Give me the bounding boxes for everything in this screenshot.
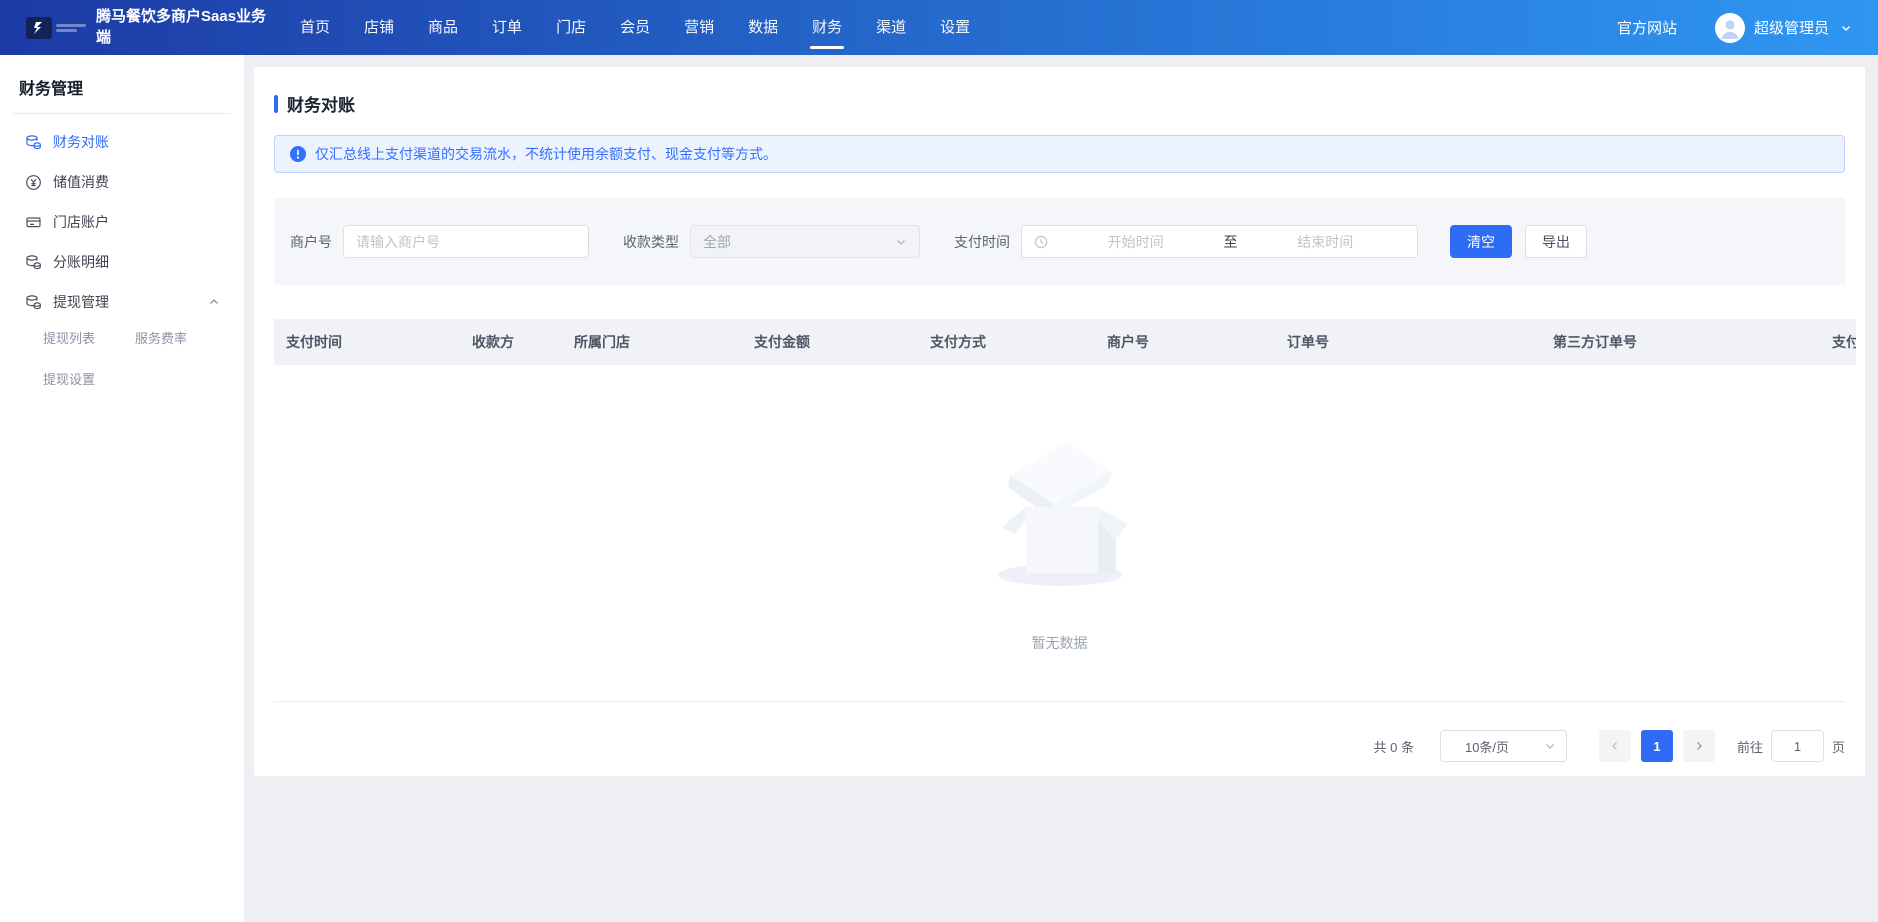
navbar-right: 官方网站 超级管理员: [1617, 13, 1852, 43]
alert-text: 仅汇总线上支付渠道的交易流水，不统计使用余额支付、现金支付等方式。: [315, 144, 777, 164]
next-page-button[interactable]: [1683, 730, 1715, 762]
main-content-card: 财务对账 仅汇总线上支付渠道的交易流水，不统计使用余额支付、现金支付等方式。 商…: [254, 67, 1865, 776]
sidebar-item-withdraw-manage[interactable]: 提现管理: [0, 282, 244, 322]
official-site-link[interactable]: 官方网站: [1617, 17, 1677, 38]
sidebar: 财务管理 财务对账 储值消费: [0, 55, 244, 922]
payment-type-value: 全部: [703, 232, 895, 252]
pay-time-range-picker[interactable]: 开始时间 至 结束时间: [1021, 225, 1418, 258]
yen-circle-icon: [25, 174, 42, 191]
chevron-down-icon: [1840, 22, 1852, 34]
col-third-party-order-no: 第三方订单号: [1541, 319, 1820, 365]
end-time-placeholder[interactable]: 结束时间: [1246, 232, 1406, 252]
user-name: 超级管理员: [1754, 17, 1829, 38]
title-accent-bar: [274, 95, 278, 113]
total-count: 共 0 条: [1374, 737, 1414, 756]
col-payee: 收款方: [460, 319, 562, 365]
nav-item-orders[interactable]: 订单: [492, 0, 522, 55]
sidebar-item-label: 分账明细: [53, 252, 109, 272]
payment-type-label: 收款类型: [623, 232, 679, 252]
goto-page-input[interactable]: [1771, 730, 1824, 762]
col-merchant-id: 商户号: [1095, 319, 1275, 365]
nav-item-marketing[interactable]: 营销: [684, 0, 714, 55]
page-title: 财务对账: [287, 91, 355, 116]
table-bottom-divider: [274, 701, 1845, 702]
nav-item-channel[interactable]: 渠道: [876, 0, 906, 55]
col-truncated: 支付: [1820, 319, 1856, 365]
brand-title: 腾马餐饮多商户Saas业务端: [96, 7, 274, 48]
nav-item-members[interactable]: 会员: [620, 0, 650, 55]
clock-icon: [1034, 235, 1048, 249]
nav-item-shop[interactable]: 店铺: [364, 0, 394, 55]
col-pay-time: 支付时间: [274, 319, 460, 365]
start-time-placeholder[interactable]: 开始时间: [1056, 232, 1216, 252]
brand-logo-subtext: [56, 22, 86, 34]
export-button[interactable]: 导出: [1525, 225, 1587, 258]
coins-icon: [25, 134, 42, 151]
page-number-button[interactable]: 1: [1641, 730, 1673, 762]
withdraw-submenu: 提现列表 服务费率 提现设置: [0, 322, 244, 388]
chevron-down-icon: [1544, 740, 1556, 752]
sidebar-item-stored-value[interactable]: 储值消费: [0, 162, 244, 202]
reconciliation-table: 支付时间 收款方 所属门店 支付金额 支付方式 商户号 订单号 第三方订单号 支…: [274, 319, 1856, 365]
range-separator: 至: [1224, 232, 1238, 252]
sidebar-item-label: 财务对账: [53, 132, 109, 152]
sidebar-item-label: 储值消费: [53, 172, 109, 192]
pagination: 共 0 条 10条/页 1 前往 页: [274, 730, 1845, 762]
col-pay-method: 支付方式: [918, 319, 1095, 365]
info-alert: 仅汇总线上支付渠道的交易流水，不统计使用余额支付、现金支付等方式。: [274, 135, 1845, 173]
sidebar-item-label: 门店账户: [53, 212, 109, 232]
page-unit-label: 页: [1832, 737, 1845, 756]
user-avatar-icon: [1715, 13, 1745, 43]
page-size-value: 10条/页: [1465, 737, 1544, 756]
active-underline: [810, 46, 844, 49]
sidebar-title: 财务管理: [0, 55, 244, 113]
sidebar-item-reconciliation[interactable]: 财务对账: [0, 122, 244, 162]
table-header-row: 支付时间 收款方 所属门店 支付金额 支付方式 商户号 订单号 第三方订单号 支…: [274, 319, 1856, 365]
pay-time-label: 支付时间: [954, 232, 1010, 252]
nav-item-settings[interactable]: 设置: [940, 0, 970, 55]
top-nav-menu: 首页 店铺 商品 订单 门店 会员 营销 数据 财务 渠道 设置: [300, 0, 970, 55]
chevron-up-icon[interactable]: [208, 296, 220, 308]
col-order-no: 订单号: [1275, 319, 1541, 365]
top-navbar: 腾马餐饮多商户Saas业务端 首页 店铺 商品 订单 门店 会员 营销 数据 财…: [0, 0, 1878, 55]
sidebar-subitem-withdraw-settings[interactable]: 提现设置: [43, 369, 135, 388]
sidebar-item-split-detail[interactable]: 分账明细: [0, 242, 244, 282]
empty-text: 暂无数据: [1032, 633, 1088, 653]
goto-label: 前往: [1737, 737, 1763, 756]
empty-state: 暂无数据: [274, 365, 1845, 701]
coins-icon: [25, 294, 42, 311]
nav-item-data[interactable]: 数据: [748, 0, 778, 55]
filter-bar: 商户号 收款类型 全部 支付时间 开始时间 至 结束时间 清空 导出: [274, 198, 1845, 285]
info-icon: [290, 146, 306, 162]
coins-icon: [25, 254, 42, 271]
page-title-row: 财务对账: [274, 91, 1845, 116]
payment-type-select[interactable]: 全部: [690, 225, 920, 258]
prev-page-button[interactable]: [1599, 730, 1631, 762]
sidebar-item-label: 提现管理: [53, 292, 109, 312]
clear-button[interactable]: 清空: [1450, 225, 1512, 258]
sidebar-subitem-withdraw-list[interactable]: 提现列表: [43, 328, 135, 347]
empty-box-illustration: [980, 423, 1140, 591]
chevron-down-icon: [895, 236, 907, 248]
sidebar-item-store-account[interactable]: 门店账户: [0, 202, 244, 242]
page-size-select[interactable]: 10条/页: [1440, 730, 1567, 762]
nav-item-finance[interactable]: 财务: [812, 0, 842, 55]
col-store: 所属门店: [562, 319, 742, 365]
sidebar-menu: 财务对账 储值消费 门店账户: [0, 114, 244, 388]
ledger-icon: [25, 214, 42, 231]
sidebar-subitem-service-rate[interactable]: 服务费率: [135, 328, 227, 347]
nav-item-home[interactable]: 首页: [300, 0, 330, 55]
merchant-id-input[interactable]: [343, 225, 589, 258]
brand-logo-icon: [26, 17, 52, 39]
merchant-id-label: 商户号: [290, 232, 332, 252]
nav-item-stores[interactable]: 门店: [556, 0, 586, 55]
nav-item-goods[interactable]: 商品: [428, 0, 458, 55]
col-amount: 支付金额: [742, 319, 918, 365]
user-dropdown[interactable]: 超级管理员: [1715, 13, 1852, 43]
